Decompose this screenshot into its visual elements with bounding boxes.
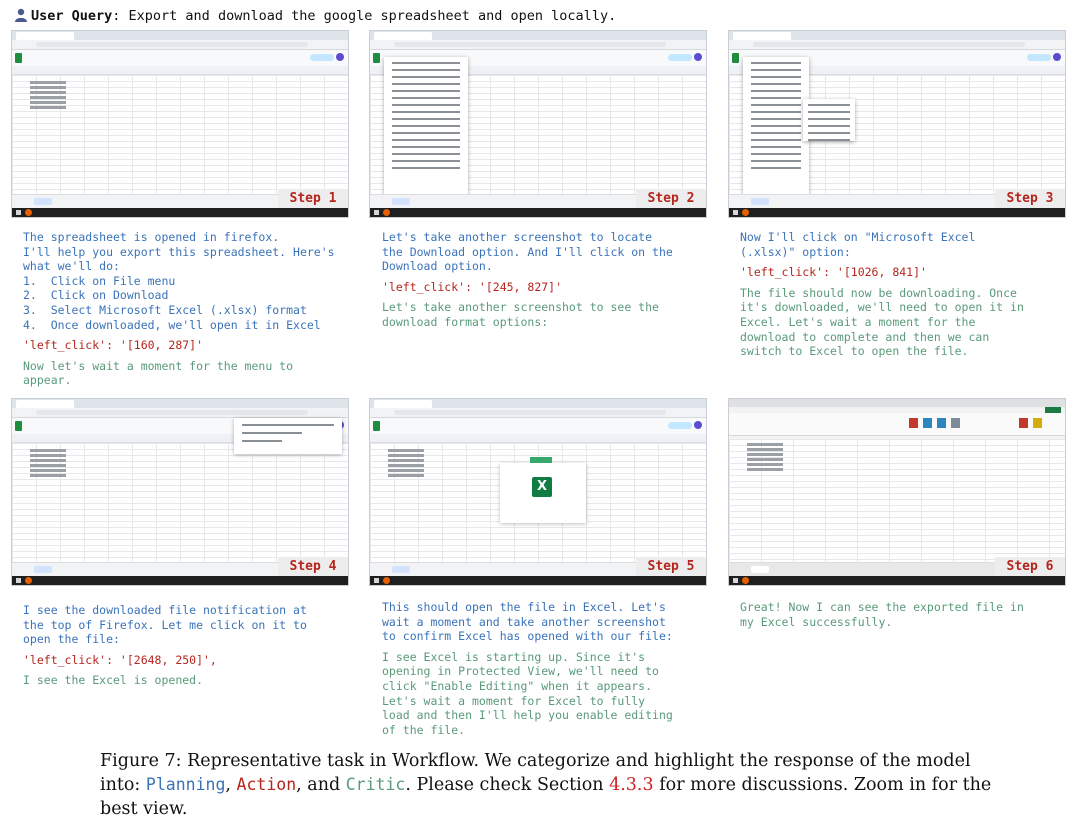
step-1-planning: The spreadsheet is opened in firefox. I'…	[23, 230, 335, 332]
step-2-response: Let's take another screenshot to locate …	[382, 230, 727, 330]
step-3-screenshot: Step 3	[728, 30, 1066, 218]
caption-action: Action	[236, 775, 297, 794]
caption-section-ref[interactable]: 4.3.3	[609, 775, 654, 795]
user-query-text: : Export and download the google spreads…	[112, 8, 617, 24]
caption-mid: . Please check Section	[405, 775, 610, 795]
step-2-critic: Let's take another screenshot to see the…	[382, 300, 659, 329]
caption-planning: Planning	[145, 775, 226, 794]
step-1-label: Step 1	[278, 189, 348, 208]
step-2-screenshot: Step 2	[369, 30, 707, 218]
step-6-planning: Great! Now I can see the exported file i…	[740, 600, 1024, 629]
step-6-response: Great! Now I can see the exported file i…	[740, 600, 1070, 629]
user-query: User Query: Export and download the goog…	[14, 8, 616, 24]
step-2-action: 'left_click': '[245, 827]'	[382, 279, 563, 294]
step-4-response: I see the downloaded file notification a…	[23, 603, 368, 688]
step-5-planning: This should open the file in Excel. Let'…	[382, 600, 673, 644]
excel-splash: X	[500, 457, 586, 523]
caption-critic: Critic	[345, 775, 406, 794]
caption-sep-2: , and	[296, 775, 346, 795]
step-3-critic: The file should now be downloading. Once…	[740, 285, 1024, 359]
step-2-label: Step 2	[636, 189, 706, 208]
step-3-response: Now I'll click on "Microsoft Excel (.xls…	[740, 230, 1070, 359]
user-icon	[15, 8, 27, 22]
step-5-screenshot: X Step 5	[369, 398, 707, 586]
step-6-label: Step 6	[995, 557, 1065, 576]
excel-icon: X	[532, 477, 552, 497]
step-3-label: Step 3	[995, 189, 1065, 208]
step-4-critic: I see the Excel is opened.	[23, 673, 204, 688]
step-3-planning: Now I'll click on "Microsoft Excel (.xls…	[740, 230, 976, 259]
step-2-planning: Let's take another screenshot to locate …	[382, 230, 673, 274]
step-1-response: The spreadsheet is opened in firefox. I'…	[23, 230, 368, 388]
file-menu	[384, 57, 468, 203]
step-4-label: Step 4	[278, 557, 348, 576]
caption-sep-1: ,	[225, 775, 237, 795]
step-5-label: Step 5	[636, 557, 706, 576]
step-5-response: This should open the file in Excel. Let'…	[382, 600, 727, 737]
user-query-label: User Query	[31, 8, 113, 24]
file-menu	[743, 57, 809, 203]
step-4-action: 'left_click': '[2648, 250]',	[23, 652, 217, 667]
step-4-planning: I see the downloaded file notification a…	[23, 603, 307, 647]
figure-caption: Figure 7: Representative task in Workflo…	[100, 749, 1000, 821]
step-4-screenshot: Step 4	[11, 398, 349, 586]
step-1-screenshot: Step 1	[11, 30, 349, 218]
step-5-critic: I see Excel is starting up. Since it's o…	[382, 649, 673, 737]
step-1-critic: Now let's wait a moment for the menu to …	[23, 358, 294, 388]
step-1-action: 'left_click': '[160, 287]'	[23, 338, 204, 353]
step-6-screenshot: Step 6	[728, 398, 1066, 586]
step-3-action: 'left_click': '[1026, 841]'	[740, 265, 927, 280]
download-notification	[234, 418, 342, 454]
download-submenu	[803, 99, 855, 141]
